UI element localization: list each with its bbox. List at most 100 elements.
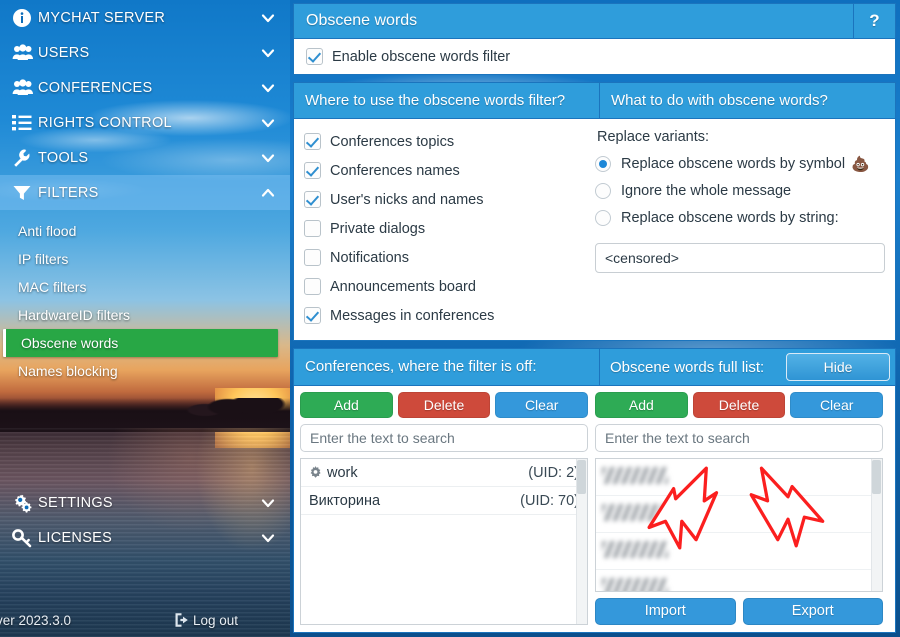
option-label: Conferences topics — [330, 133, 455, 150]
sidebar-item-anti-flood[interactable]: Anti flood — [0, 217, 290, 245]
option-messages-in-conferences[interactable]: Messages in conferences — [304, 301, 589, 330]
option-label: Conferences names — [330, 162, 460, 179]
chevron-down-icon — [258, 115, 276, 131]
sidebar-group-label: TOOLS — [38, 149, 89, 166]
words-add-button[interactable]: Add — [595, 392, 688, 418]
words-clear-button[interactable]: Clear — [790, 392, 884, 418]
words-button-row: Add Delete Clear — [595, 392, 884, 418]
sidebar-item-label: Anti flood — [18, 223, 77, 239]
sidebar-group-conferences[interactable]: CONFERENCES — [0, 70, 290, 105]
option-private-dialogs[interactable]: Private dialogs — [304, 214, 589, 243]
checkbox[interactable] — [304, 278, 321, 295]
list-item[interactable] — [596, 570, 882, 591]
list-item-name: Викторина — [309, 492, 381, 509]
import-button[interactable]: Import — [595, 598, 736, 625]
list-icon — [12, 114, 38, 132]
option-conferences-topics[interactable]: Conferences topics — [304, 127, 589, 156]
words-pane: Add Delete Clear Enter the text to searc… — [595, 392, 884, 625]
page-header: Obscene words ? — [293, 3, 896, 39]
sidebar-item-mac-filters[interactable]: MAC filters — [0, 273, 290, 301]
list-item[interactable] — [596, 533, 882, 570]
hide-button[interactable]: Hide — [786, 353, 890, 381]
radio-label: Ignore the whole message — [621, 182, 792, 199]
option-label: Announcements board — [330, 278, 476, 295]
sidebar-group-label: CONFERENCES — [38, 79, 153, 96]
sidebar-group-filters[interactable]: FILTERS — [0, 175, 290, 210]
scrollbar-thumb[interactable] — [577, 460, 586, 494]
tab-conferences-filter-off[interactable]: Conferences, where the filter is off: — [293, 348, 600, 386]
scrollbar-thumb[interactable] — [872, 460, 881, 494]
radio-label: Replace obscene words by string: — [621, 209, 839, 226]
replace-variants-group: Replace variants: Replace obscene words … — [589, 127, 885, 330]
redacted-words-content — [596, 459, 882, 591]
checkbox[interactable] — [304, 133, 321, 150]
version-label: ver 2023.3.0 — [0, 612, 72, 628]
sidebar-item-obscene-words[interactable]: Obscene words — [3, 329, 278, 357]
conferences-delete-button[interactable]: Delete — [397, 392, 491, 418]
sidebar-item-ip-filters[interactable]: IP filters — [0, 245, 290, 273]
chevron-down-icon — [258, 80, 276, 96]
sidebar-group-tools[interactable]: TOOLS — [0, 140, 290, 175]
words-search-input[interactable] — [595, 424, 883, 452]
sidebar-item-label: Obscene words — [21, 335, 119, 351]
enable-filter-row[interactable]: Enable obscene words filter — [293, 39, 896, 75]
tab-obscene-words-full-list[interactable]: Obscene words full list: Hide — [600, 348, 896, 386]
sidebar-item-names-blocking[interactable]: Names blocking — [0, 357, 290, 385]
sidebar-group-licenses[interactable]: LICENSES — [0, 520, 290, 555]
list-item[interactable] — [596, 459, 882, 496]
list-item[interactable]: Викторина (UID: 70) — [301, 487, 587, 515]
checkbox[interactable] — [304, 220, 321, 237]
list-item-uid: (UID: 70) — [520, 492, 579, 509]
conferences-clear-button[interactable]: Clear — [495, 392, 589, 418]
help-button[interactable]: ? — [854, 3, 896, 39]
conferences-add-button[interactable]: Add — [300, 392, 393, 418]
tab-what-to-do[interactable]: What to do with obscene words? — [600, 82, 896, 119]
sidebar-item-label: HardwareID filters — [18, 307, 131, 323]
list-item[interactable]: work (UID: 2) — [301, 459, 587, 487]
conferences-list-scrollbar[interactable] — [576, 459, 587, 624]
radio[interactable] — [595, 209, 611, 226]
replace-variants-title: Replace variants: — [597, 129, 710, 145]
sidebar-group-users[interactable]: USERS — [0, 35, 290, 70]
conferences-button-row: Add Delete Clear — [300, 392, 589, 418]
enable-filter-checkbox[interactable] — [306, 48, 323, 65]
radio-replace-by-string[interactable]: Replace obscene words by string: — [595, 204, 885, 231]
sidebar-group-rights-control[interactable]: RIGHTS CONTROL — [0, 105, 290, 140]
obscene-words-list[interactable] — [595, 458, 883, 592]
application-window: MYCHAT SERVER USERS CONFERENCES RIGHTS C… — [0, 0, 900, 637]
sidebar-item-hardwareid-filters[interactable]: HardwareID filters — [0, 301, 290, 329]
list-item[interactable] — [596, 496, 882, 533]
sidebar-group-mychat-server[interactable]: MYCHAT SERVER — [0, 0, 290, 35]
option-announcements-board[interactable]: Announcements board — [304, 272, 589, 301]
conferences-search-input[interactable] — [300, 424, 588, 452]
wrench-icon — [12, 148, 38, 168]
radio[interactable] — [595, 182, 611, 199]
export-button[interactable]: Export — [742, 598, 883, 625]
chevron-down-icon — [258, 10, 276, 26]
sidebar-group-settings[interactable]: SETTINGS — [0, 485, 290, 520]
radio[interactable] — [595, 155, 611, 172]
lists-panel: Add Delete Clear work — [293, 386, 896, 633]
option-conferences-names[interactable]: Conferences names — [304, 156, 589, 185]
logout-button[interactable]: Log out — [174, 612, 238, 628]
conferences-list[interactable]: work (UID: 2) Викторина (UID: 70) — [300, 458, 588, 625]
checkbox[interactable] — [304, 249, 321, 266]
sidebar-group-label: MYCHAT SERVER — [38, 9, 166, 26]
tab-where-to-use[interactable]: Where to use the obscene words filter? — [293, 82, 600, 119]
option-users-nicks-and-names[interactable]: User's nicks and names — [304, 185, 589, 214]
checkbox[interactable] — [304, 191, 321, 208]
funnel-icon — [12, 184, 38, 202]
checkbox[interactable] — [304, 162, 321, 179]
checkbox[interactable] — [304, 307, 321, 324]
logout-icon — [174, 612, 191, 628]
replacement-string-input[interactable] — [595, 243, 885, 273]
words-delete-button[interactable]: Delete — [692, 392, 786, 418]
radio-replace-by-symbol[interactable]: Replace obscene words by symbol 💩 — [595, 150, 885, 177]
key-icon — [12, 528, 38, 548]
obscene-words-list-scrollbar[interactable] — [871, 459, 882, 591]
users-icon — [12, 43, 38, 63]
option-label: Private dialogs — [330, 220, 426, 237]
option-notifications[interactable]: Notifications — [304, 243, 589, 272]
sidebar-group-label: SETTINGS — [38, 494, 113, 511]
radio-ignore-whole-message[interactable]: Ignore the whole message — [595, 177, 885, 204]
